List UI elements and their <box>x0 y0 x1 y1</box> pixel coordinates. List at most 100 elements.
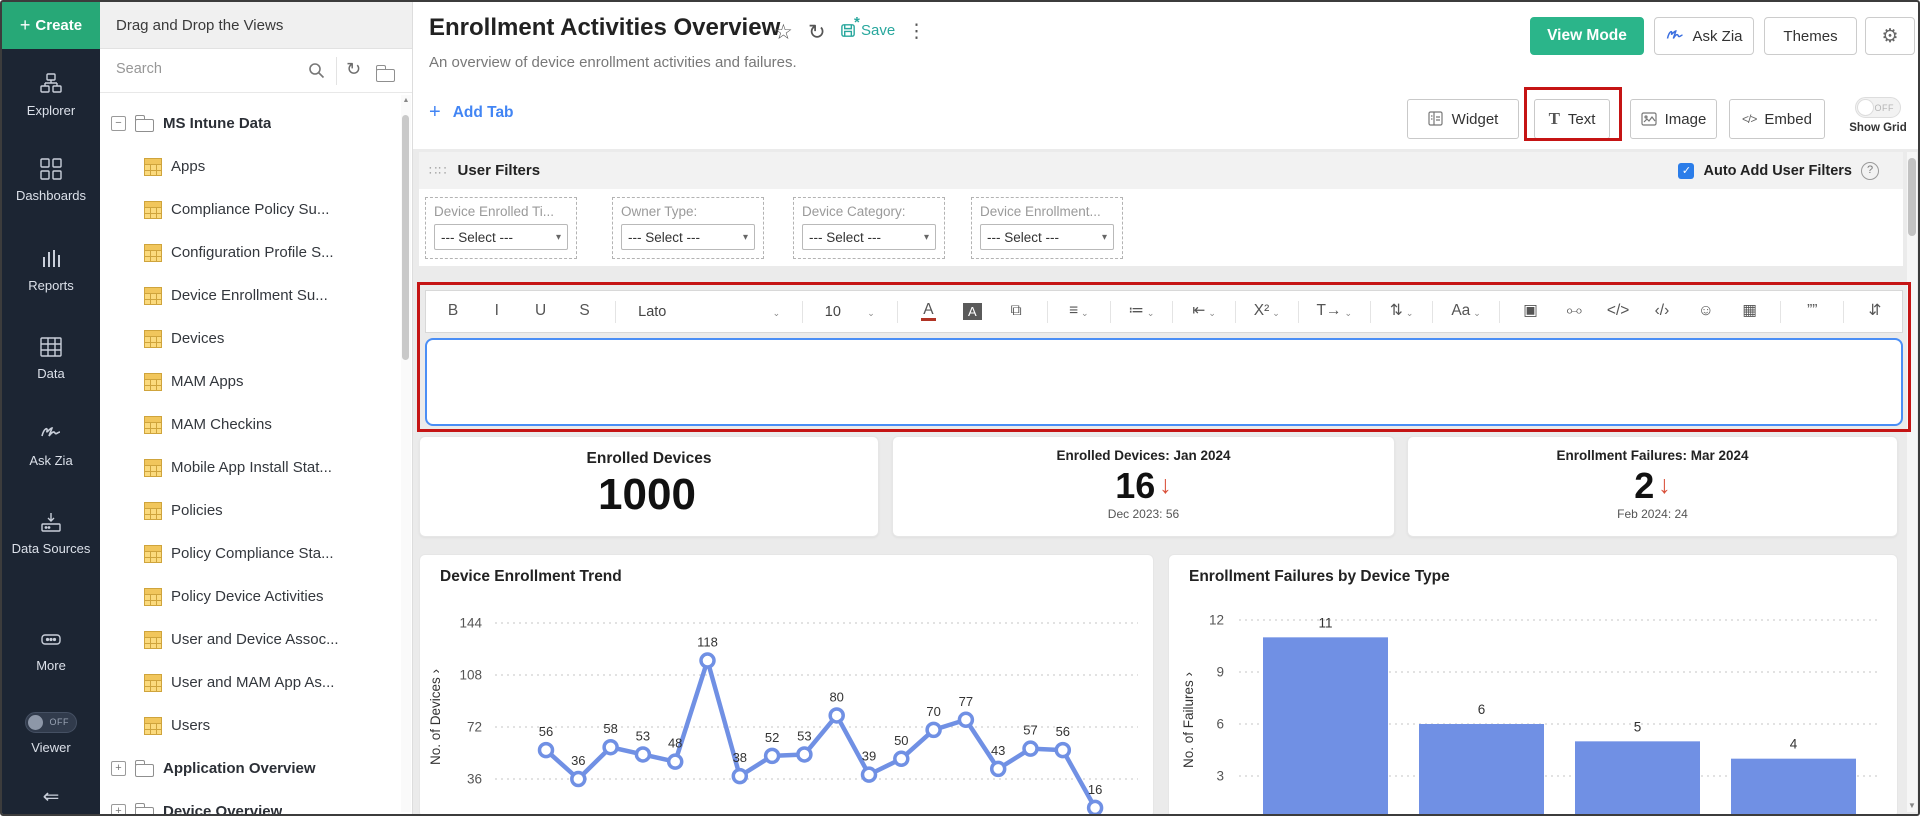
kpi-card-enrolled-devices[interactable]: Enrolled Devices 1000 <box>419 436 879 537</box>
format-painter-icon[interactable]: ⧉ <box>1003 297 1029 327</box>
tree-table-item[interactable]: MAM Checkins <box>100 403 399 446</box>
scrollbar-thumb[interactable] <box>402 115 409 360</box>
tree-table-item[interactable]: Apps <box>100 145 399 188</box>
bold-icon[interactable]: B <box>440 297 466 327</box>
main-scrollbar[interactable]: ▼ <box>1907 152 1917 812</box>
panel-scrollbar[interactable]: ▲ <box>401 95 411 812</box>
insert-table-icon[interactable]: ▦ <box>1737 297 1763 327</box>
folder-view-icon[interactable] <box>375 65 395 82</box>
font-style-icon[interactable]: Aa ⌄ <box>1451 297 1481 327</box>
insert-link-icon[interactable]: ⧟ <box>1561 297 1587 327</box>
tree-table-item[interactable]: MAM Apps <box>100 360 399 403</box>
tree-folder-item[interactable]: + Device Overview <box>100 790 399 814</box>
insert-widget-button[interactable]: Widget <box>1407 99 1519 139</box>
code-view-icon[interactable]: </> <box>1605 297 1631 327</box>
filter-select[interactable]: --- Select --- ▾ <box>980 224 1114 250</box>
sidebar-item-data-sources[interactable]: Data Sources <box>2 510 100 558</box>
filter-select[interactable]: --- Select --- ▾ <box>621 224 755 250</box>
sidebar-item-viewer[interactable]: OFF Viewer <box>2 712 100 757</box>
themes-button[interactable]: Themes <box>1764 17 1857 55</box>
line-height-icon[interactable]: ⇅ ⌄ <box>1389 297 1415 327</box>
save-button[interactable]: Save <box>840 22 895 39</box>
refresh-views-icon[interactable]: ↻ <box>346 59 361 80</box>
bullet-list-icon[interactable]: ≔ ⌄ <box>1128 297 1154 327</box>
filter-select[interactable]: --- Select --- ▾ <box>802 224 936 250</box>
insert-text-button[interactable]: T Text <box>1534 99 1610 139</box>
tree-table-item[interactable]: Policy Compliance Sta... <box>100 532 399 575</box>
font-color-icon[interactable]: A <box>915 297 941 327</box>
tree-folder-root[interactable]: − MS Intune Data <box>100 102 399 145</box>
sidebar-item-explorer[interactable]: Explorer <box>2 72 100 120</box>
sidebar-item-ask-zia[interactable]: Ask Zia <box>2 422 100 470</box>
filter-select[interactable]: --- Select --- ▾ <box>434 224 568 250</box>
show-grid-toggle[interactable]: OFF <box>1855 97 1901 118</box>
insert-image-icon[interactable]: ▣ <box>1517 297 1543 327</box>
text-direction-icon[interactable]: T→ ⌄ <box>1316 297 1352 327</box>
scroll-up-icon[interactable]: ▲ <box>401 95 411 104</box>
insert-embed-button[interactable]: </> Embed <box>1729 99 1825 139</box>
kpi-card-enrollment-failures-mar-2024[interactable]: Enrollment Failures: Mar 2024 2 ↓ Feb 202… <box>1407 436 1898 537</box>
user-filters-header[interactable]: ∷∷ User Filters ✓ Auto Add User Filters … <box>419 152 1903 189</box>
more-options-kebab-icon[interactable]: ⋮ <box>907 20 926 43</box>
svg-text:58: 58 <box>603 721 617 736</box>
tree-table-item[interactable]: Policy Device Activities <box>100 575 399 618</box>
tree-table-item[interactable]: Devices <box>100 317 399 360</box>
help-icon[interactable]: ? <box>1861 161 1879 180</box>
user-filters-title: User Filters <box>457 162 541 179</box>
chevron-down-icon: ⌄ <box>1344 307 1352 318</box>
expand-toggle-icon[interactable]: + <box>111 761 126 776</box>
insert-image-button[interactable]: Image <box>1630 99 1717 139</box>
tree-table-item[interactable]: Mobile App Install Stat... <box>100 446 399 489</box>
viewer-toggle[interactable]: OFF <box>25 712 77 733</box>
font-size-select[interactable]: 10 ⌄ <box>821 297 879 327</box>
kpi-footnote: Dec 2023: 56 <box>1107 507 1180 522</box>
search-input[interactable]: Search <box>116 61 162 77</box>
collapse-sidebar-icon[interactable]: ⇐ <box>2 784 100 809</box>
text-widget-editor-area[interactable] <box>425 338 1903 426</box>
sidebar-item-data[interactable]: Data <box>2 335 100 383</box>
add-tab-button[interactable]: + Add Tab <box>429 101 514 124</box>
create-button[interactable]: + Create <box>2 2 100 49</box>
tree-table-item[interactable]: Policies <box>100 489 399 532</box>
folder-icon <box>134 760 154 777</box>
settings-gear-button[interactable]: ⚙ <box>1865 17 1915 55</box>
scrollbar-thumb[interactable] <box>1908 158 1916 236</box>
superscript-icon[interactable]: X² ⌄ <box>1254 297 1280 327</box>
sidebar-item-dashboards[interactable]: Dashboards <box>2 157 100 205</box>
ask-zia-button[interactable]: Ask Zia <box>1654 17 1754 55</box>
font-family-select[interactable]: Lato ⌄ <box>634 297 784 327</box>
favorite-star-icon[interactable]: ☆ <box>774 20 793 45</box>
tree-table-item[interactable]: Device Enrollment Su... <box>100 274 399 317</box>
scroll-down-icon[interactable]: ▼ <box>1907 801 1917 810</box>
tree-table-item[interactable]: User and Device Assoc... <box>100 618 399 661</box>
tree-table-item[interactable]: Compliance Policy Su... <box>100 188 399 231</box>
sidebar-item-reports[interactable]: Reports <box>2 247 100 295</box>
blockquote-icon[interactable]: ”” <box>1799 297 1825 327</box>
align-icon[interactable]: ≡ ⌄ <box>1066 297 1092 327</box>
italic-icon[interactable]: I <box>484 297 510 327</box>
tree-table-item[interactable]: User and MAM App As... <box>100 661 399 704</box>
tree-item-label: MAM Apps <box>171 373 244 390</box>
strikethrough-icon[interactable]: S <box>571 297 597 327</box>
drag-handle-icon[interactable]: ∷∷ <box>429 163 448 179</box>
expand-toggle-icon[interactable]: + <box>111 804 126 814</box>
auto-add-filters-checkbox[interactable]: ✓ <box>1678 162 1695 179</box>
highlight-color-icon[interactable]: A <box>959 297 985 327</box>
emoji-icon[interactable]: ☺ <box>1693 297 1719 327</box>
embed-code-icon[interactable]: ‹/› <box>1649 297 1675 327</box>
refresh-icon[interactable]: ↻ <box>808 20 826 45</box>
kpi-card-enrolled-jan-2024[interactable]: Enrolled Devices: Jan 2024 16 ↓ Dec 2023:… <box>892 436 1395 537</box>
tree-table-item[interactable]: Users <box>100 704 399 747</box>
device-enrollment-trend-chart[interactable]: Device Enrollment Trend 36 72 108 144 No. of… <box>419 554 1154 814</box>
enrollment-failures-chart[interactable]: Enrollment Failures by Device Type 3 6 9 12… <box>1168 554 1898 814</box>
toolbar-separator <box>1297 300 1299 323</box>
search-icon[interactable] <box>308 62 325 79</box>
expand-toggle-icon[interactable]: − <box>111 116 126 131</box>
sidebar-item-more[interactable]: More <box>2 627 100 675</box>
indent-icon[interactable]: ⇤ ⌄ <box>1191 297 1217 327</box>
tree-folder-item[interactable]: + Application Overview <box>100 747 399 790</box>
view-mode-button[interactable]: View Mode <box>1530 17 1644 55</box>
underline-icon[interactable]: U <box>528 297 554 327</box>
spacing-icon[interactable]: ⇵ <box>1862 297 1888 327</box>
tree-table-item[interactable]: Configuration Profile S... <box>100 231 399 274</box>
